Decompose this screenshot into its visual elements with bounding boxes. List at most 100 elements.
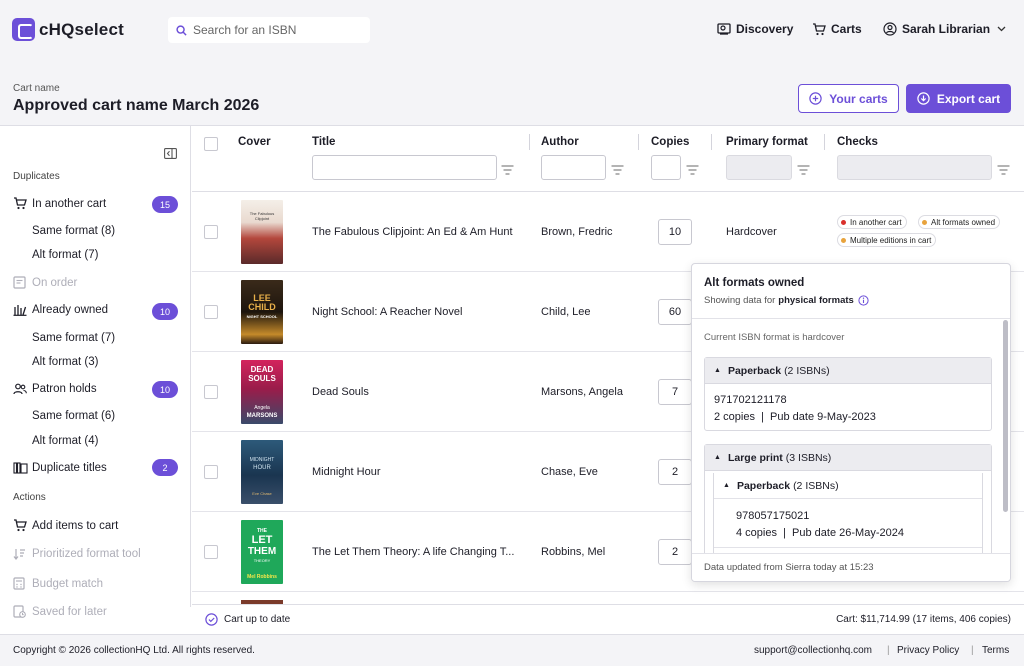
- count-badge: 15: [152, 196, 178, 213]
- cover-text: Eve Chase: [252, 491, 272, 496]
- support-link[interactable]: support@collectionhq.com: [754, 645, 872, 656]
- column-header-primary-format[interactable]: Primary format: [726, 136, 808, 148]
- sidebar-item-label: Budget match: [32, 577, 103, 590]
- cover-text: MARSONS: [246, 413, 278, 419]
- copies-input[interactable]: 7: [658, 379, 692, 405]
- book-cover[interactable]: LEE CHILD NIGHT SCHOOL: [241, 280, 283, 344]
- row-checkbox[interactable]: [204, 545, 218, 559]
- sidebar-subitem-same-format[interactable]: Same format (6): [32, 410, 115, 422]
- book-cover[interactable]: The Fabulous Clipjoint: [241, 200, 283, 264]
- copies-input[interactable]: 2: [658, 539, 692, 565]
- sidebar-item-saved-later: Saved for later: [13, 605, 107, 618]
- sidebar-item-label: Duplicate titles: [32, 462, 107, 474]
- sidebar-subitem-alt-format[interactable]: Alt format (7): [32, 249, 98, 261]
- info-icon[interactable]: [858, 295, 869, 306]
- copies-input[interactable]: 2: [658, 459, 692, 485]
- count-badge: 10: [152, 303, 178, 320]
- book-author: Marsons, Angela: [541, 386, 623, 398]
- format-group-large-print[interactable]: ▲ Large print (3 ISBNs) ▲ Paperback (2 ISBNs…: [704, 444, 992, 573]
- row-checkbox[interactable]: [204, 305, 218, 319]
- filter-icon[interactable]: [686, 162, 699, 180]
- page-header: Cart name Approved cart name March 2026 …: [0, 60, 1024, 126]
- check-chip-multiple-editions[interactable]: Multiple editions in cart: [837, 233, 937, 247]
- column-header-author[interactable]: Author: [541, 136, 579, 148]
- group-header[interactable]: ▲ Paperback (2 ISBNs): [705, 358, 991, 384]
- column-header-checks[interactable]: Checks: [837, 136, 878, 148]
- sidebar-item-already-owned[interactable]: Already owned: [13, 304, 108, 316]
- column-header-title[interactable]: Title: [312, 136, 335, 148]
- filter-icon[interactable]: [997, 162, 1010, 180]
- export-cart-button[interactable]: Export cart: [906, 84, 1011, 113]
- sidebar-item-patron-holds[interactable]: Patron holds: [13, 383, 97, 395]
- cart-status-bar: Cart up to date Cart: $11,714.99 (17 ite…: [192, 604, 1024, 634]
- copies-filter-input[interactable]: [651, 155, 681, 180]
- filter-icon[interactable]: [501, 162, 514, 180]
- author-filter-input[interactable]: [541, 155, 606, 180]
- column-divider[interactable]: [638, 134, 639, 150]
- cover-text: Clipjoint: [254, 216, 270, 221]
- app-logo[interactable]: cHQselect: [12, 18, 124, 41]
- sidebar-subitem-alt-format[interactable]: Alt format (4): [32, 435, 98, 447]
- check-chip-in-another-cart[interactable]: In another cart: [837, 215, 907, 229]
- group-header[interactable]: ▲ Large print (3 ISBNs): [705, 445, 991, 471]
- count-badge: 10: [152, 381, 178, 398]
- sidebar-item-add-items[interactable]: Add items to cart: [13, 519, 118, 532]
- cover-text: NIGHT SCHOOL: [246, 314, 278, 319]
- sub-group-header[interactable]: ▲ Paperback (2 ISBNs): [714, 473, 982, 499]
- collapse-sidebar-icon[interactable]: [164, 146, 177, 164]
- filter-icon[interactable]: [797, 162, 810, 180]
- table-row[interactable]: The Fabulous Clipjoint The Fabulous Clip…: [192, 192, 1024, 272]
- search-box[interactable]: [168, 17, 370, 43]
- status-dot: [841, 219, 846, 225]
- sidebar-item-label: Prioritized format tool: [32, 548, 141, 560]
- terms-link[interactable]: Terms: [982, 645, 1009, 656]
- column-divider[interactable]: [529, 134, 530, 150]
- popover-subtitle: Showing data for physical formats: [704, 295, 869, 306]
- row-checkbox[interactable]: [204, 385, 218, 399]
- book-cover[interactable]: MIDNIGHT HOUR Eve Chase: [241, 440, 283, 504]
- book-title[interactable]: Dead Souls: [312, 386, 369, 398]
- book-title[interactable]: Night School: A Reacher Novel: [312, 306, 462, 318]
- book-title[interactable]: The Let Them Theory: A life Changing T..…: [312, 546, 514, 558]
- privacy-link[interactable]: Privacy Policy: [897, 645, 959, 656]
- sidebar-subitem-alt-format[interactable]: Alt format (3): [32, 356, 98, 368]
- copies-input[interactable]: 10: [658, 219, 692, 245]
- row-checkbox[interactable]: [204, 465, 218, 479]
- format-group-paperback[interactable]: ▲ Paperback (2 ISBNs) 971702121178 2 copie…: [704, 357, 992, 431]
- your-carts-button[interactable]: Your carts: [798, 84, 899, 113]
- sidebar-item-duplicate-titles[interactable]: Duplicate titles: [13, 462, 107, 474]
- search-input[interactable]: [193, 23, 363, 37]
- sidebar-item-label: Add items to cart: [32, 519, 119, 532]
- primary-format: Hardcover: [726, 226, 777, 238]
- user-menu[interactable]: Sarah Librarian: [883, 22, 1006, 36]
- book-title[interactable]: The Fabulous Clipjoint: An Ed & Am Hunt: [312, 226, 513, 238]
- app-name: cHQselect: [39, 19, 124, 39]
- sidebar: Duplicates In another cart 15 Same forma…: [0, 126, 191, 618]
- book-cover[interactable]: THE LET THEM THEORY Mel Robbins: [241, 520, 283, 584]
- column-header-copies[interactable]: Copies: [651, 136, 689, 148]
- sidebar-subitem-same-format[interactable]: Same format (7): [32, 332, 115, 344]
- copyright: Copyright © 2026 collectionHQ Ltd. All r…: [13, 645, 255, 656]
- sidebar-subitem-same-format[interactable]: Same format (8): [32, 225, 115, 237]
- library-icon: [13, 304, 28, 316]
- nav-discovery[interactable]: Discovery: [717, 22, 793, 36]
- book-title[interactable]: Midnight Hour: [312, 466, 380, 478]
- copies-input[interactable]: 60: [658, 299, 692, 325]
- popover-scrollbar[interactable]: [1003, 320, 1008, 512]
- current-format-note: Current ISBN format is hardcover: [704, 332, 845, 343]
- sidebar-item-prioritized: Prioritized format tool: [13, 548, 141, 560]
- alt-formats-popover[interactable]: Alt formats owned Showing data for physi…: [691, 263, 1011, 582]
- row-checkbox[interactable]: [204, 225, 218, 239]
- sidebar-item-in-another-cart[interactable]: In another cart: [13, 197, 106, 210]
- sidebar-item-label: On order: [32, 276, 78, 289]
- column-divider[interactable]: [711, 134, 712, 150]
- title-filter-input[interactable]: [312, 155, 497, 180]
- nav-carts[interactable]: Carts: [812, 22, 862, 36]
- filter-icon[interactable]: [611, 162, 624, 180]
- column-divider[interactable]: [824, 134, 825, 150]
- book-cover[interactable]: DEAD SOULS Angela MARSONS: [241, 360, 283, 424]
- check-chip-alt-formats-owned[interactable]: Alt formats owned: [918, 215, 1001, 229]
- subtitle-format-link[interactable]: physical formats: [778, 295, 854, 306]
- collapse-triangle-icon: ▲: [714, 367, 721, 374]
- select-all-checkbox[interactable]: [204, 137, 218, 151]
